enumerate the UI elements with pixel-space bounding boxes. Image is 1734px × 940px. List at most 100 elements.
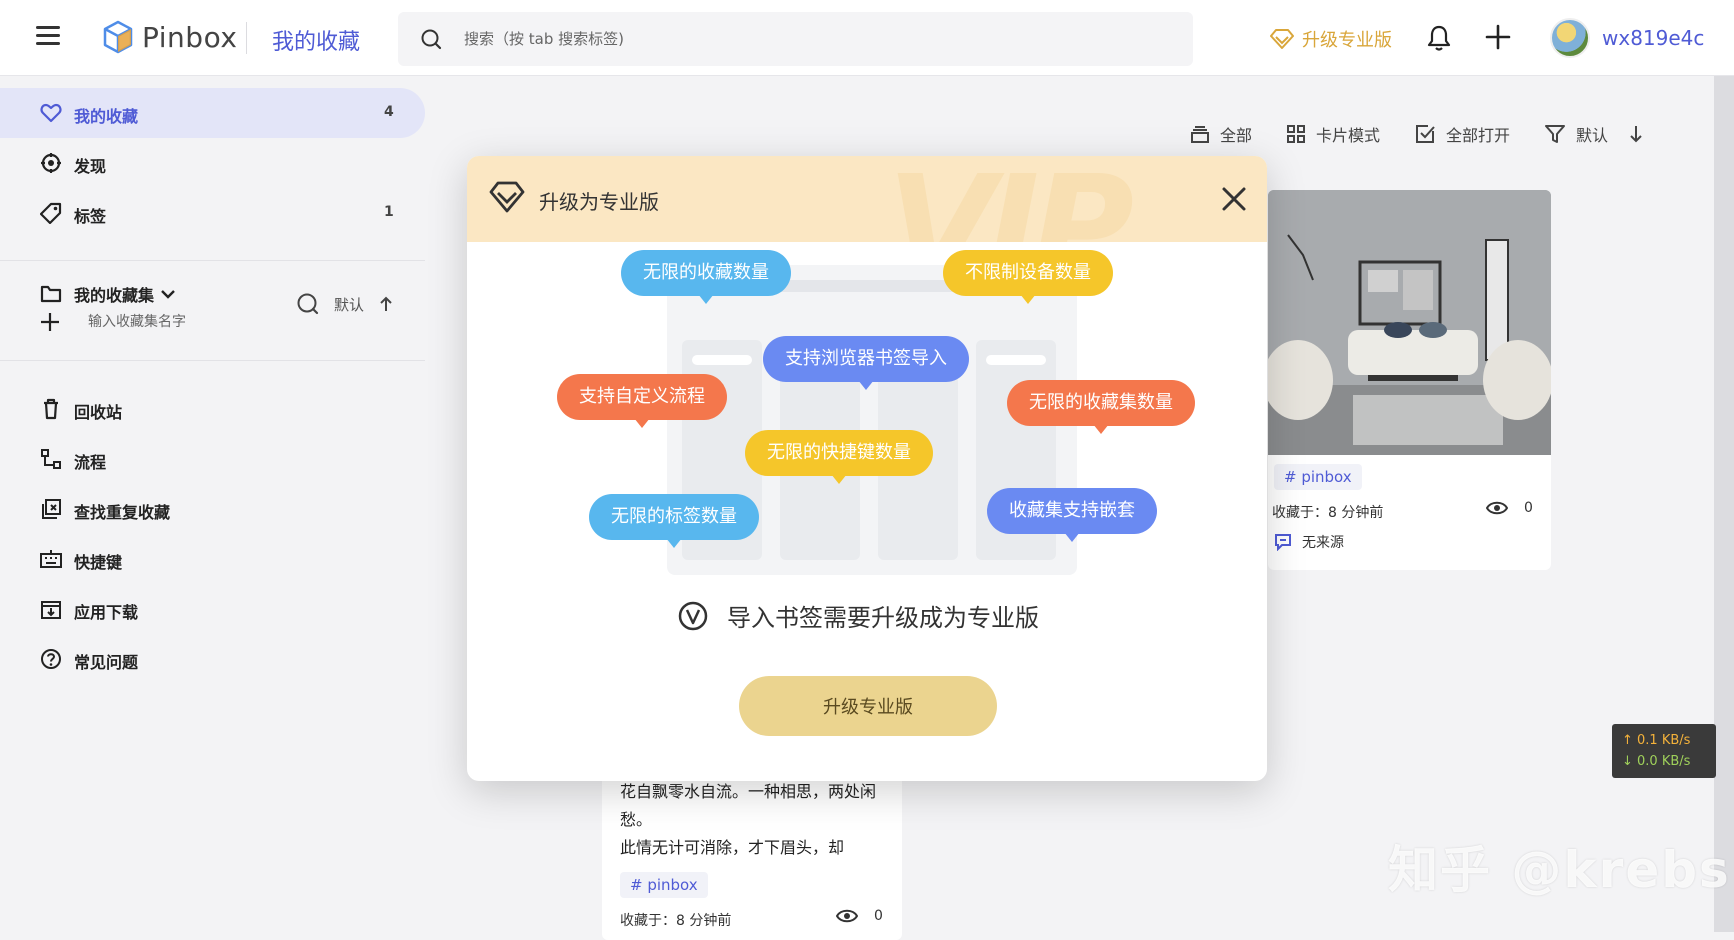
feature-badge: 收藏集支持嵌套	[987, 488, 1157, 542]
grid-icon	[1287, 125, 1306, 143]
flag-icon	[1275, 534, 1291, 551]
compass-icon	[41, 153, 61, 173]
add-icon[interactable]	[1485, 24, 1511, 50]
sidebar-item-label: 回收站	[74, 403, 123, 422]
diamond-icon	[489, 181, 525, 213]
card-saved-time: 收藏于：8 分钟前	[1272, 505, 1384, 521]
card-saved-time: 收藏于：8 分钟前	[620, 913, 732, 929]
new-collection-input[interactable]	[86, 313, 336, 331]
sidebar-item-flow[interactable]: 流程	[0, 434, 425, 484]
tag-icon	[40, 202, 62, 224]
sidebar-item-label: 发现	[74, 157, 107, 176]
cube-icon	[103, 20, 133, 54]
sort-button[interactable]: 默认	[1544, 122, 1654, 146]
upgrade-button[interactable]: 升级专业版	[739, 676, 997, 736]
vip-watermark: VIP	[887, 156, 1134, 242]
feature-badge: 支持浏览器书签导入	[763, 336, 969, 390]
flow-icon	[41, 449, 61, 469]
bookmark-card[interactable]: 花自飘零水自流。一种相思，两处闲愁。 此情无计可消除，才下眉头，却 # pinb…	[602, 770, 902, 940]
stack-icon	[1191, 126, 1209, 143]
modal-message-text: 导入书签需要升级成为专业版	[727, 604, 1039, 632]
card-text: 花自飘零水自流。一种相思，两处闲愁。 此情无计可消除，才下眉头，却	[620, 782, 877, 857]
sidebar-item-find-duplicates[interactable]: 查找重复收藏	[0, 484, 425, 534]
search-box[interactable]	[398, 12, 1193, 66]
arrow-down-icon[interactable]	[1628, 124, 1644, 144]
sidebar-item-label: 快捷键	[74, 553, 123, 572]
sidebar-item-discover[interactable]: 发现	[0, 138, 425, 188]
diamond-icon	[1270, 29, 1294, 49]
card-source[interactable]: 无来源	[1302, 532, 1344, 552]
feature-badge: 无限的收藏集数量	[1007, 380, 1195, 434]
feature-badge: 无限的标签数量	[589, 494, 759, 548]
upgrade-link-label: 升级专业版	[1302, 30, 1392, 51]
chevron-down-icon	[161, 290, 175, 299]
header-divider	[246, 22, 247, 54]
upgrade-modal: VIP 升级为专业版 无限的收藏数量 不限制设备数量 支持浏览器书签导入 支持自…	[467, 156, 1267, 781]
divider	[0, 360, 425, 361]
toolbar: 全部 卡片模式 全部打开 默认	[1190, 120, 1688, 148]
heart-icon	[40, 103, 62, 123]
sidebar-item-count: 4	[384, 104, 394, 120]
duplicate-icon	[42, 499, 61, 519]
logo-text: Pinbox	[142, 20, 238, 54]
open-all-button[interactable]: 全部打开	[1414, 122, 1510, 146]
card-tag[interactable]: # pinbox	[1274, 464, 1362, 490]
page-title: 我的收藏	[272, 30, 361, 55]
upgrade-link[interactable]: 升级专业版	[1270, 26, 1392, 52]
modal-title: 升级为专业版	[539, 190, 659, 214]
sidebar: 我的收藏 4 发现 标签 1 我的收藏集 默认 输入收藏集名字 回收站 流程 查…	[0, 76, 425, 932]
search-icon	[421, 29, 442, 50]
network-speed-widget: ↑ 0.1 KB/s ↓ 0.0 KB/s	[1612, 724, 1716, 778]
card-tag[interactable]: # pinbox	[620, 872, 708, 898]
sidebar-item-shortcuts[interactable]: 快捷键	[0, 534, 425, 584]
bookmark-card[interactable]: # pinbox 收藏于：8 分钟前 0 无来源	[1268, 190, 1551, 570]
sidebar-item-label: 我的收藏	[74, 107, 139, 126]
sidebar-item-tags[interactable]: 标签 1	[0, 188, 425, 238]
help-icon	[41, 649, 61, 669]
logo[interactable]: Pinbox	[102, 20, 237, 54]
menu-icon[interactable]	[36, 26, 60, 46]
collections-sort-label[interactable]: 默认	[334, 294, 364, 315]
feature-badge: 不限制设备数量	[943, 250, 1113, 304]
new-collection-row	[40, 312, 336, 332]
sidebar-item-label: 标签	[74, 207, 107, 226]
sidebar-item-app-download[interactable]: 应用下载	[0, 584, 425, 634]
sidebar-item-my-favorites[interactable]: 我的收藏 4	[0, 88, 425, 138]
sidebar-item-faq[interactable]: 常见问题	[0, 634, 425, 684]
sidebar-item-label: 应用下载	[74, 603, 139, 622]
modal-header: VIP 升级为专业版	[467, 156, 1267, 242]
upload-speed: ↑ 0.1 KB/s	[1622, 733, 1691, 748]
modal-message: 导入书签需要升级成为专业版	[677, 598, 1039, 633]
divider	[0, 260, 425, 261]
plus-icon[interactable]	[40, 312, 60, 332]
close-icon[interactable]	[1221, 186, 1247, 212]
eye-icon	[836, 909, 858, 923]
avatar[interactable]	[1550, 18, 1590, 58]
search-input[interactable]	[462, 12, 1162, 66]
card-view-count: 0	[874, 908, 883, 924]
filter-all-label: 全部	[1220, 126, 1253, 145]
sidebar-item-label: 常见问题	[74, 653, 139, 672]
eye-icon	[1486, 501, 1508, 515]
bell-icon[interactable]	[1426, 24, 1452, 52]
folder-icon	[40, 285, 62, 303]
open-all-label: 全部打开	[1446, 126, 1511, 145]
sidebar-item-label: 查找重复收藏	[74, 503, 171, 522]
view-mode-label: 卡片模式	[1316, 126, 1381, 145]
top-header: Pinbox 我的收藏 升级专业版 wx819e4c	[0, 0, 1734, 76]
card-image	[1268, 190, 1551, 455]
sort-label: 默认	[1576, 126, 1609, 145]
feature-badge: 无限的收藏数量	[621, 250, 791, 304]
arrow-up-icon[interactable]	[378, 295, 394, 313]
filter-all-button[interactable]: 全部	[1190, 122, 1252, 146]
sidebar-item-count: 1	[384, 204, 394, 220]
username[interactable]: wx819e4c	[1602, 26, 1704, 50]
collections-title: 我的收藏集	[74, 286, 155, 305]
sidebar-item-trash[interactable]: 回收站	[0, 384, 425, 434]
feature-badge: 支持自定义流程	[557, 374, 727, 428]
view-mode-button[interactable]: 卡片模式	[1286, 122, 1380, 146]
collections-header[interactable]: 我的收藏集	[40, 282, 176, 306]
card-view-count: 0	[1524, 500, 1533, 516]
trash-icon	[44, 398, 58, 420]
scrollbar[interactable]	[1714, 76, 1734, 932]
